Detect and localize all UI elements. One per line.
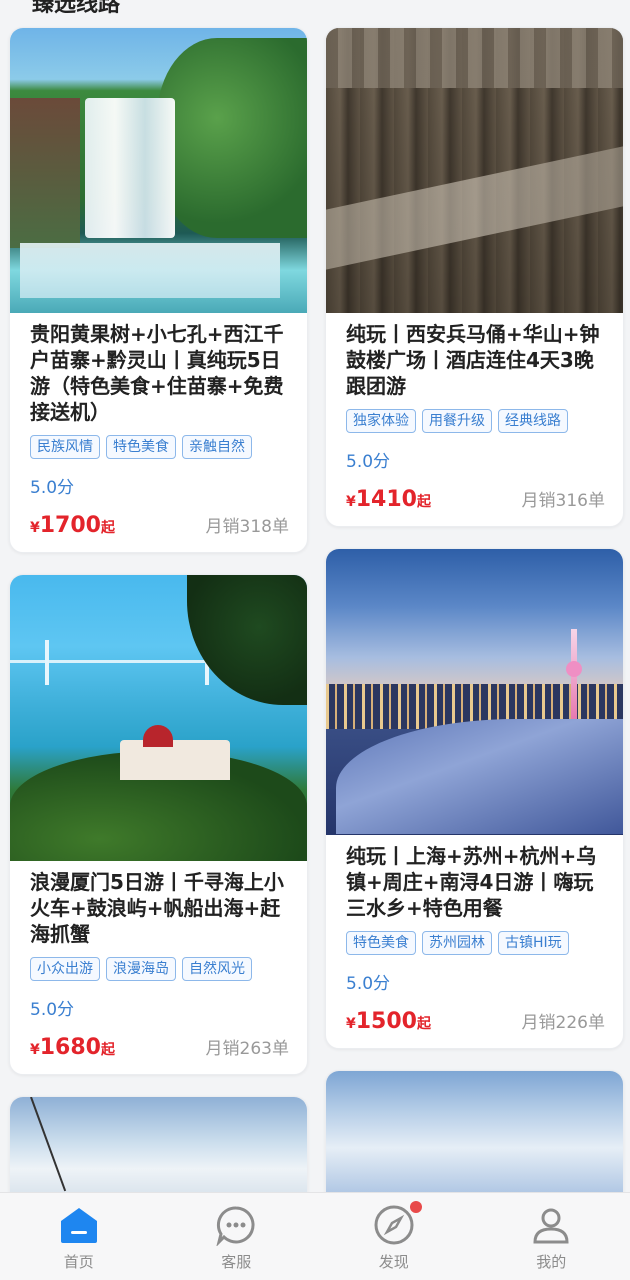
- route-tag: 古镇HI玩: [498, 931, 569, 955]
- tag-list: 独家体验 用餐升级 经典线路: [346, 409, 605, 433]
- tab-label: 首页: [63, 1253, 94, 1271]
- price: ¥1500起: [346, 1009, 431, 1034]
- monthly-sales: 月销263单: [205, 1039, 289, 1059]
- tag-list: 民族风情 特色美食 亲触自然: [30, 435, 289, 459]
- route-tag: 浪漫海岛: [106, 957, 176, 981]
- tab-discover[interactable]: 发现: [315, 1193, 473, 1280]
- price: ¥1700起: [30, 513, 115, 538]
- price: ¥1680起: [30, 1035, 115, 1060]
- route-image[interactable]: [326, 28, 623, 313]
- route-tag: 独家体验: [346, 409, 416, 433]
- user-icon: [529, 1203, 573, 1247]
- route-tag: 经典线路: [498, 409, 568, 433]
- compass-icon: [372, 1203, 416, 1247]
- chat-icon: [214, 1203, 258, 1247]
- rating-score: 5.0分: [30, 1000, 75, 1020]
- tab-label: 我的: [536, 1253, 567, 1271]
- home-icon: [57, 1203, 101, 1247]
- tag-list: 小众出游 浪漫海岛 自然风光: [30, 957, 289, 981]
- route-tag: 小众出游: [30, 957, 100, 981]
- route-tag: 自然风光: [182, 957, 252, 981]
- tab-label: 客服: [221, 1253, 252, 1271]
- tag-list: 特色美食 苏州园林 古镇HI玩: [346, 931, 605, 955]
- route-title: 浪漫厦门5日游丨千寻海上小火车+鼓浪屿+帆船出海+赶海抓蟹: [30, 870, 284, 946]
- route-image[interactable]: [326, 549, 623, 835]
- route-tag: 亲触自然: [182, 435, 252, 459]
- route-tag: 特色美食: [106, 435, 176, 459]
- rating-score: 5.0分: [30, 478, 75, 498]
- price: ¥1410起: [346, 487, 431, 512]
- route-card[interactable]: 贵阳黄果树+小七孔+西江千户苗寨+黔灵山丨真纯玩5日游（特色美食+住苗寨+免费接…: [9, 27, 308, 553]
- route-title: 贵阳黄果树+小七孔+西江千户苗寨+黔灵山丨真纯玩5日游（特色美食+住苗寨+免费接…: [30, 322, 284, 424]
- tab-service[interactable]: 客服: [158, 1193, 316, 1280]
- route-tag: 特色美食: [346, 931, 416, 955]
- route-tag: 用餐升级: [422, 409, 492, 433]
- bottom-tab-bar: 首页 客服 发现 我的: [0, 1192, 630, 1280]
- notification-dot: [409, 1201, 422, 1213]
- rating-score: 5.0分: [346, 452, 391, 472]
- section-title: 臻选线路: [32, 0, 121, 17]
- tab-mine[interactable]: 我的: [473, 1193, 630, 1280]
- route-title: 纯玩丨上海+苏州+杭州+乌镇+周庄+南浔4日游丨嗨玩三水乡+特色用餐: [346, 844, 597, 920]
- monthly-sales: 月销226单: [521, 1013, 605, 1033]
- tab-home[interactable]: 首页: [0, 1193, 158, 1280]
- route-card[interactable]: 纯玩丨西安兵马俑+华山+钟鼓楼广场丨酒店连住4天3晚跟团游 独家体验 用餐升级 …: [325, 27, 624, 527]
- route-card[interactable]: 纯玩丨上海+苏州+杭州+乌镇+周庄+南浔4日游丨嗨玩三水乡+特色用餐 特色美食 …: [325, 548, 624, 1049]
- route-image[interactable]: [326, 1071, 623, 1209]
- monthly-sales: 月销318单: [205, 517, 289, 537]
- route-tag: 苏州园林: [422, 931, 492, 955]
- route-image[interactable]: [10, 28, 307, 313]
- tab-label: 发现: [378, 1253, 409, 1271]
- route-card[interactable]: [325, 1070, 624, 1210]
- rating-score: 5.0分: [346, 974, 391, 994]
- route-image[interactable]: [10, 575, 307, 861]
- route-tag: 民族风情: [30, 435, 100, 459]
- route-card[interactable]: 浪漫厦门5日游丨千寻海上小火车+鼓浪屿+帆船出海+赶海抓蟹 小众出游 浪漫海岛 …: [9, 574, 308, 1075]
- route-title: 纯玩丨西安兵马俑+华山+钟鼓楼广场丨酒店连住4天3晚跟团游: [346, 322, 600, 398]
- monthly-sales: 月销316单: [521, 491, 605, 511]
